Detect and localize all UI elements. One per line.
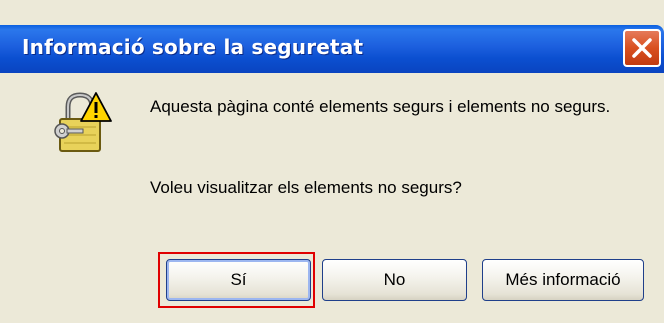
window-title: Informació sobre la seguretat (22, 35, 364, 59)
yes-button[interactable]: Sí (166, 259, 311, 301)
title-bar[interactable]: Informació sobre la seguretat (0, 25, 664, 73)
dialog-body: Aquesta pàgina conté elements segurs i e… (0, 73, 664, 323)
close-button[interactable] (623, 29, 661, 67)
message-line-1: Aquesta pàgina conté elements segurs i e… (150, 97, 611, 116)
no-button[interactable]: No (322, 259, 467, 301)
more-info-button[interactable]: Més informació (482, 259, 644, 301)
security-dialog: Informació sobre la seguretat Aquesta pà… (0, 0, 664, 323)
message-line-2: Voleu visualitzar els elements no segurs… (150, 178, 462, 197)
close-icon (632, 38, 652, 58)
lock-warning-icon (54, 92, 112, 152)
